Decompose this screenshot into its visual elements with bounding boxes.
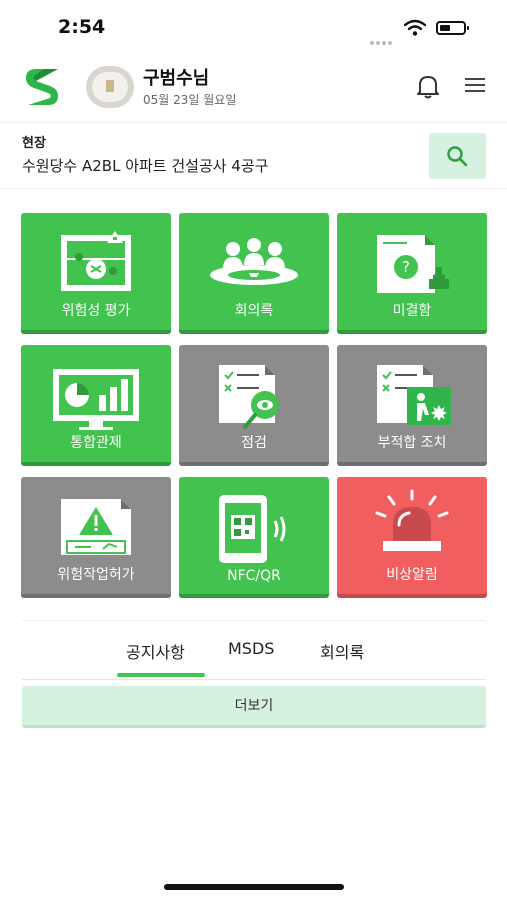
app-logo-icon[interactable] <box>22 65 62 109</box>
meeting-icon <box>210 238 298 285</box>
tile-label: 위험작업허가 <box>57 567 135 583</box>
tile-hazardous-work-permit[interactable]: 위험작업허가 <box>21 477 171 598</box>
cellular-signal-icon <box>370 30 398 45</box>
active-tab-indicator <box>117 673 205 677</box>
tab-notices[interactable]: 공지사항 <box>126 639 185 663</box>
tile-emergency-alert[interactable]: 비상알림 <box>337 477 487 598</box>
inspection-icon <box>219 365 279 429</box>
menu-grid: 위험성 평가 회의록 ? 미결함 통합관제 점검 부적합 조치 위험작업허가 N… <box>21 213 487 598</box>
tile-label: 점검 <box>241 435 267 451</box>
status-time: 2:54 <box>58 16 106 38</box>
battery-icon <box>436 21 469 35</box>
tab-bar: 공지사항 MSDS 회의록 <box>22 620 486 680</box>
nfc-qr-icon <box>219 495 286 563</box>
tile-label: 미결함 <box>392 303 432 319</box>
tile-label: NFC/QR <box>227 568 281 584</box>
monitor-chart-icon <box>53 369 139 430</box>
tab-msds[interactable]: MSDS <box>228 639 274 658</box>
tile-nonconformity-action[interactable]: 부적합 조치 <box>337 345 487 466</box>
svg-text:?: ? <box>402 258 410 276</box>
warning-permit-icon <box>61 499 131 555</box>
tile-nfc-qr[interactable]: NFC/QR <box>179 477 329 598</box>
status-bar: 2:54 <box>0 0 507 54</box>
search-icon <box>447 146 468 167</box>
current-date: 05월 23일 월요일 <box>143 93 237 107</box>
tile-label: 통합관제 <box>70 435 122 451</box>
tile-integrated-control[interactable]: 통합관제 <box>21 345 171 466</box>
home-indicator[interactable] <box>164 884 344 890</box>
tile-inspection[interactable]: 점검 <box>179 345 329 466</box>
avatar[interactable] <box>86 66 134 108</box>
search-button[interactable] <box>429 133 486 179</box>
app-header: 구범수님 05월 23일 월요일 <box>0 54 507 123</box>
tile-risk-assessment[interactable]: 위험성 평가 <box>21 213 171 334</box>
site-section: 현장 수원당수 A2BL 아파트 건설공사 4공구 <box>0 122 507 189</box>
pending-box-icon: ? <box>377 235 449 293</box>
site-name[interactable]: 수원당수 A2BL 아파트 건설공사 4공구 <box>22 155 268 176</box>
tile-label: 비상알림 <box>386 567 438 583</box>
tab-meeting-minutes[interactable]: 회의록 <box>320 639 364 663</box>
nonconformity-icon <box>377 365 451 425</box>
tile-label: 위험성 평가 <box>61 303 131 319</box>
wifi-icon <box>404 19 426 36</box>
tile-label: 부적합 조치 <box>377 435 447 451</box>
hamburger-menu-icon[interactable] <box>465 76 485 94</box>
user-name: 구범수님 <box>143 68 210 89</box>
tile-pending[interactable]: ? 미결함 <box>337 213 487 334</box>
more-button[interactable]: 더보기 <box>22 686 486 728</box>
site-label: 현장 <box>22 136 46 151</box>
risk-assessment-icon <box>61 231 131 291</box>
tile-label: 회의록 <box>234 303 274 319</box>
tile-meeting-minutes[interactable]: 회의록 <box>179 213 329 334</box>
siren-icon <box>375 489 449 551</box>
bell-icon[interactable] <box>414 72 442 100</box>
